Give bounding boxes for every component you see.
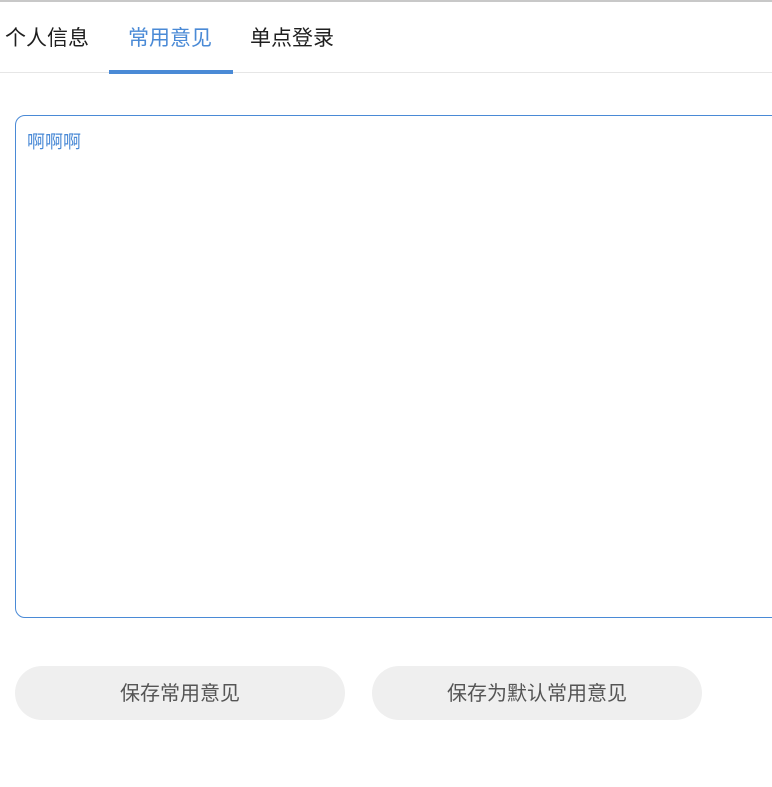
tab-single-sign-on[interactable]: 单点登录 [250, 2, 334, 72]
tab-personal-info[interactable]: 个人信息 [5, 2, 89, 72]
save-as-default-opinion-button[interactable]: 保存为默认常用意见 [372, 666, 702, 720]
active-tab-indicator [109, 70, 233, 74]
tab-common-opinions[interactable]: 常用意见 [128, 2, 212, 72]
common-opinion-textarea[interactable] [15, 115, 772, 618]
tab-bar: 个人信息 常用意见 单点登录 [0, 2, 772, 74]
save-common-opinion-button[interactable]: 保存常用意见 [15, 666, 345, 720]
